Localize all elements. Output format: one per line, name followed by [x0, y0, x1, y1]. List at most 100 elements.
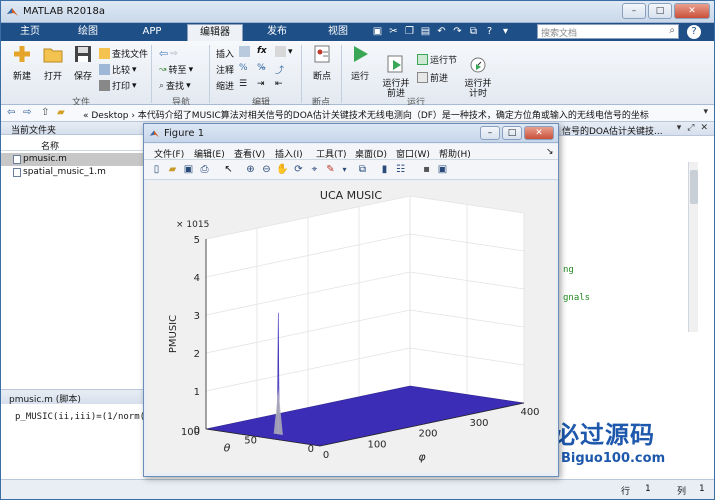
copy-icon[interactable]: ❐	[403, 25, 416, 38]
figure-close-button[interactable]: ✕	[524, 126, 554, 140]
file-item[interactable]: spatial_music_1.m	[1, 166, 145, 179]
decrease-indent-icon[interactable]: ⇤	[275, 79, 283, 89]
browse-folder-icon[interactable]: ▰	[57, 107, 65, 118]
search-documentation-input[interactable]: 搜索文档 ⌕	[537, 24, 679, 39]
status-bar: 行 1 列 1	[1, 479, 714, 499]
advance-label: 前进	[430, 74, 449, 84]
minimize-button[interactable]: –	[622, 3, 646, 19]
name-column-header[interactable]: 名称	[1, 137, 145, 152]
zoom-in-icon[interactable]: ⊕	[244, 163, 257, 176]
uca-music-surface-plot[interactable]: 0100200300400050100012345UCA MUSIC× 1015…	[146, 181, 556, 473]
figure-window: Figure 1 – □ ✕ 文件(F) 编辑(E) 查看(V) 插入(I) 工…	[143, 123, 559, 477]
brush-dropdown-icon[interactable]: ▾	[338, 163, 351, 176]
forward-nav-icon[interactable]: ⇨	[23, 107, 31, 118]
pan-icon[interactable]: ✋	[276, 163, 289, 176]
save-button[interactable]: 保存	[69, 44, 97, 82]
insert-button[interactable]: 插入	[216, 47, 234, 60]
close-editor-icon[interactable]: ✕	[700, 123, 708, 133]
new-figure-icon[interactable]: ▯	[150, 163, 163, 176]
legend-icon[interactable]: ☷	[394, 163, 407, 176]
save-icon[interactable]: ▣	[371, 25, 384, 38]
open-file-icon[interactable]: ▰	[166, 163, 179, 176]
run-section-button[interactable]: 运行节	[417, 53, 457, 66]
new-button[interactable]: 新建	[9, 44, 35, 82]
fx-button[interactable]: fx	[257, 46, 267, 56]
scroll-thumb[interactable]	[690, 170, 698, 204]
path-dropdown-icon[interactable]: ▾	[703, 107, 708, 117]
paste-icon[interactable]: ▤	[419, 25, 432, 38]
file-name: pmusic.m	[23, 154, 67, 164]
menu-insert[interactable]: 插入(I)	[275, 147, 303, 160]
close-button[interactable]: ✕	[674, 3, 710, 19]
matlab-logo-icon	[7, 8, 18, 16]
goto-button[interactable]: ↝ 转至 ▾	[159, 63, 193, 77]
rotate-3d-icon[interactable]: ⟳	[292, 163, 305, 176]
search-icon[interactable]: ⌕	[669, 25, 675, 36]
brush-icon[interactable]: ✎	[324, 163, 337, 176]
dropdown-icon[interactable]: ▾	[499, 25, 512, 38]
maximize-editor-icon[interactable]: ⤢	[687, 123, 694, 133]
insert-section-button[interactable]	[239, 46, 250, 57]
undo-icon[interactable]: ↶	[435, 25, 448, 38]
menu-edit[interactable]: 编辑(E)	[194, 147, 225, 160]
menu-view[interactable]: 查看(V)	[234, 147, 265, 160]
tab-editor[interactable]: 编辑器	[187, 24, 243, 41]
current-path[interactable]: « Desktop › 本代码介绍了MUSIC算法对相关信号的DOA估计关键技术…	[83, 108, 649, 121]
menu-tools[interactable]: 工具(T)	[316, 147, 347, 160]
editor-tab-title[interactable]: 信号的DOA估计关键技...	[562, 124, 663, 137]
help-icon-small[interactable]: ?	[483, 25, 496, 38]
editor-scrollbar[interactable]	[688, 162, 698, 332]
figure-maximize-button[interactable]: □	[502, 126, 522, 140]
help-icon[interactable]: ?	[687, 25, 701, 39]
maximize-button[interactable]: □	[648, 3, 672, 19]
menu-desktop[interactable]: 桌面(D)	[355, 147, 387, 160]
link-plot-icon[interactable]: ⧉	[356, 163, 369, 176]
up-folder-icon[interactable]: ⇧	[41, 107, 49, 118]
z-tick-label: 1	[194, 387, 200, 398]
comment-button[interactable]: 注释	[216, 63, 234, 76]
run-and-time-button[interactable]: 运行并 计时	[461, 44, 495, 109]
redo-icon[interactable]: ↷	[451, 25, 464, 38]
hide-plot-tools-icon[interactable]: ▪	[420, 163, 433, 176]
tab-list-icon[interactable]: ▾	[677, 123, 682, 133]
wrap-comment-icon[interactable]: ⤴	[275, 63, 284, 76]
print-figure-icon[interactable]: ⎙	[198, 163, 211, 176]
back-nav-icon[interactable]: ⇦	[7, 107, 15, 118]
stopwatch-icon	[470, 57, 486, 73]
back-forward-button[interactable]: ⇦ ⇨	[159, 47, 178, 60]
tab-view[interactable]: 视图	[313, 24, 363, 41]
show-plot-tools-icon[interactable]: ▣	[436, 163, 449, 176]
tab-plots[interactable]: 绘图	[65, 24, 111, 41]
uncomment-icon[interactable]: %̶	[257, 63, 266, 73]
save-figure-icon[interactable]: ▣	[182, 163, 195, 176]
insert-dropdown-button[interactable]: ▾	[275, 46, 293, 57]
cut-icon[interactable]: ✂	[387, 25, 400, 38]
zoom-out-icon[interactable]: ⊖	[260, 163, 273, 176]
menu-help[interactable]: 帮助(H)	[439, 147, 471, 160]
figure-minimize-button[interactable]: –	[480, 126, 500, 140]
file-item[interactable]: pmusic.m	[1, 153, 145, 166]
colorbar-icon[interactable]: ▮	[378, 163, 391, 176]
window-switch-icon[interactable]: ⧉	[467, 25, 480, 38]
open-button[interactable]: 打开	[39, 44, 67, 82]
find-files-button[interactable]: 查找文件	[99, 47, 148, 60]
indent-button[interactable]: 缩进	[216, 79, 234, 92]
edit-plot-icon[interactable]: ↖	[222, 163, 235, 176]
tab-home[interactable]: 主页	[7, 24, 53, 41]
smart-indent-icon[interactable]: ☰	[239, 79, 247, 89]
increase-indent-icon[interactable]: ⇥	[257, 79, 265, 89]
comment-percent-icon[interactable]: %	[239, 63, 248, 73]
data-cursor-icon[interactable]: ⌖	[308, 163, 321, 176]
advance-button[interactable]: 前进	[417, 71, 448, 84]
print-button[interactable]: 打印 ▾	[99, 79, 137, 92]
menu-dock-icon[interactable]: ↘	[546, 147, 554, 157]
run-button[interactable]: 运行	[345, 44, 375, 82]
tab-publish[interactable]: 发布	[253, 24, 301, 41]
compare-button[interactable]: 比较 ▾	[99, 63, 137, 76]
tab-apps[interactable]: APP	[125, 24, 179, 41]
menu-file[interactable]: 文件(F)	[154, 147, 184, 160]
breakpoints-button[interactable]: 断点	[307, 44, 337, 82]
menu-window[interactable]: 窗口(W)	[396, 147, 430, 160]
plot-area[interactable]: 0 100 200 300 400 0 50 100 0 1 2 3 4 5 UCA MUSIC × 1015…	[146, 181, 556, 473]
find-button[interactable]: ⌕ 查找 ▾	[159, 79, 191, 93]
